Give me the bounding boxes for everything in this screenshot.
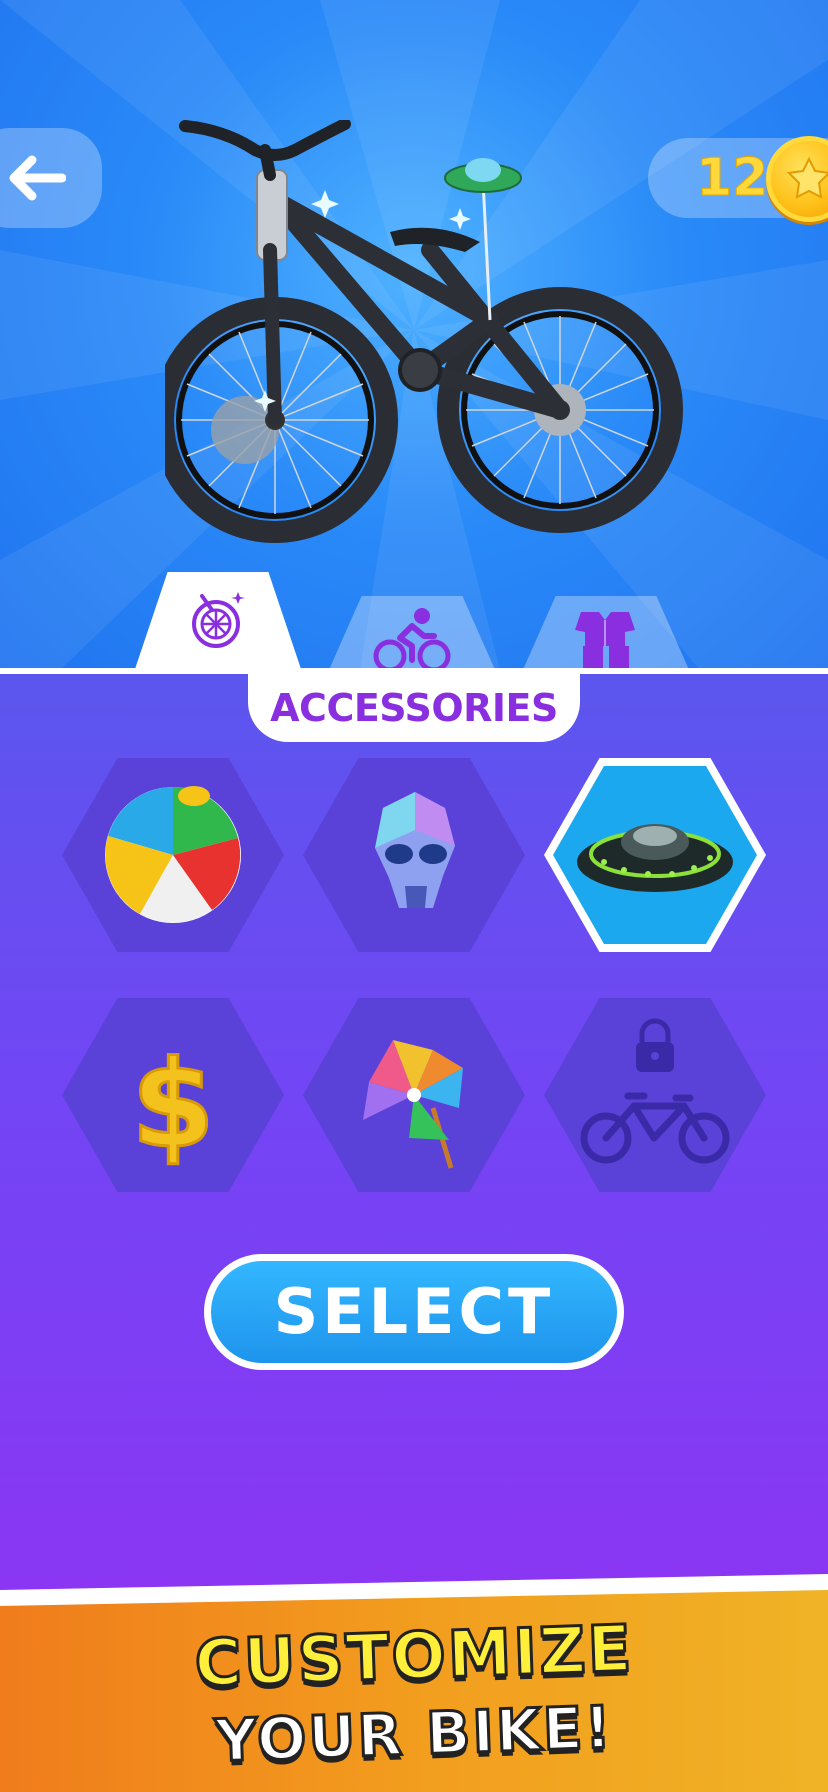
cyclist-icon	[373, 608, 451, 672]
coin-count: 12	[696, 148, 769, 209]
back-button[interactable]	[0, 128, 102, 228]
bike-model[interactable]	[165, 120, 685, 550]
svg-text:$: $	[131, 1036, 215, 1175]
outfit-icon	[575, 612, 635, 670]
arrow-left-icon	[9, 155, 66, 201]
section-title: ACCESSORIES	[248, 672, 580, 742]
bike-fork	[256, 169, 288, 427]
bike-preview-area	[0, 0, 828, 670]
lock-icon	[636, 1018, 674, 1072]
wheel-sparkle-icon	[192, 592, 245, 648]
coin-icon	[766, 136, 828, 222]
bike-handlebar	[179, 120, 351, 181]
select-button[interactable]: SELECT	[204, 1254, 624, 1370]
select-button-label: SELECT	[211, 1261, 617, 1363]
